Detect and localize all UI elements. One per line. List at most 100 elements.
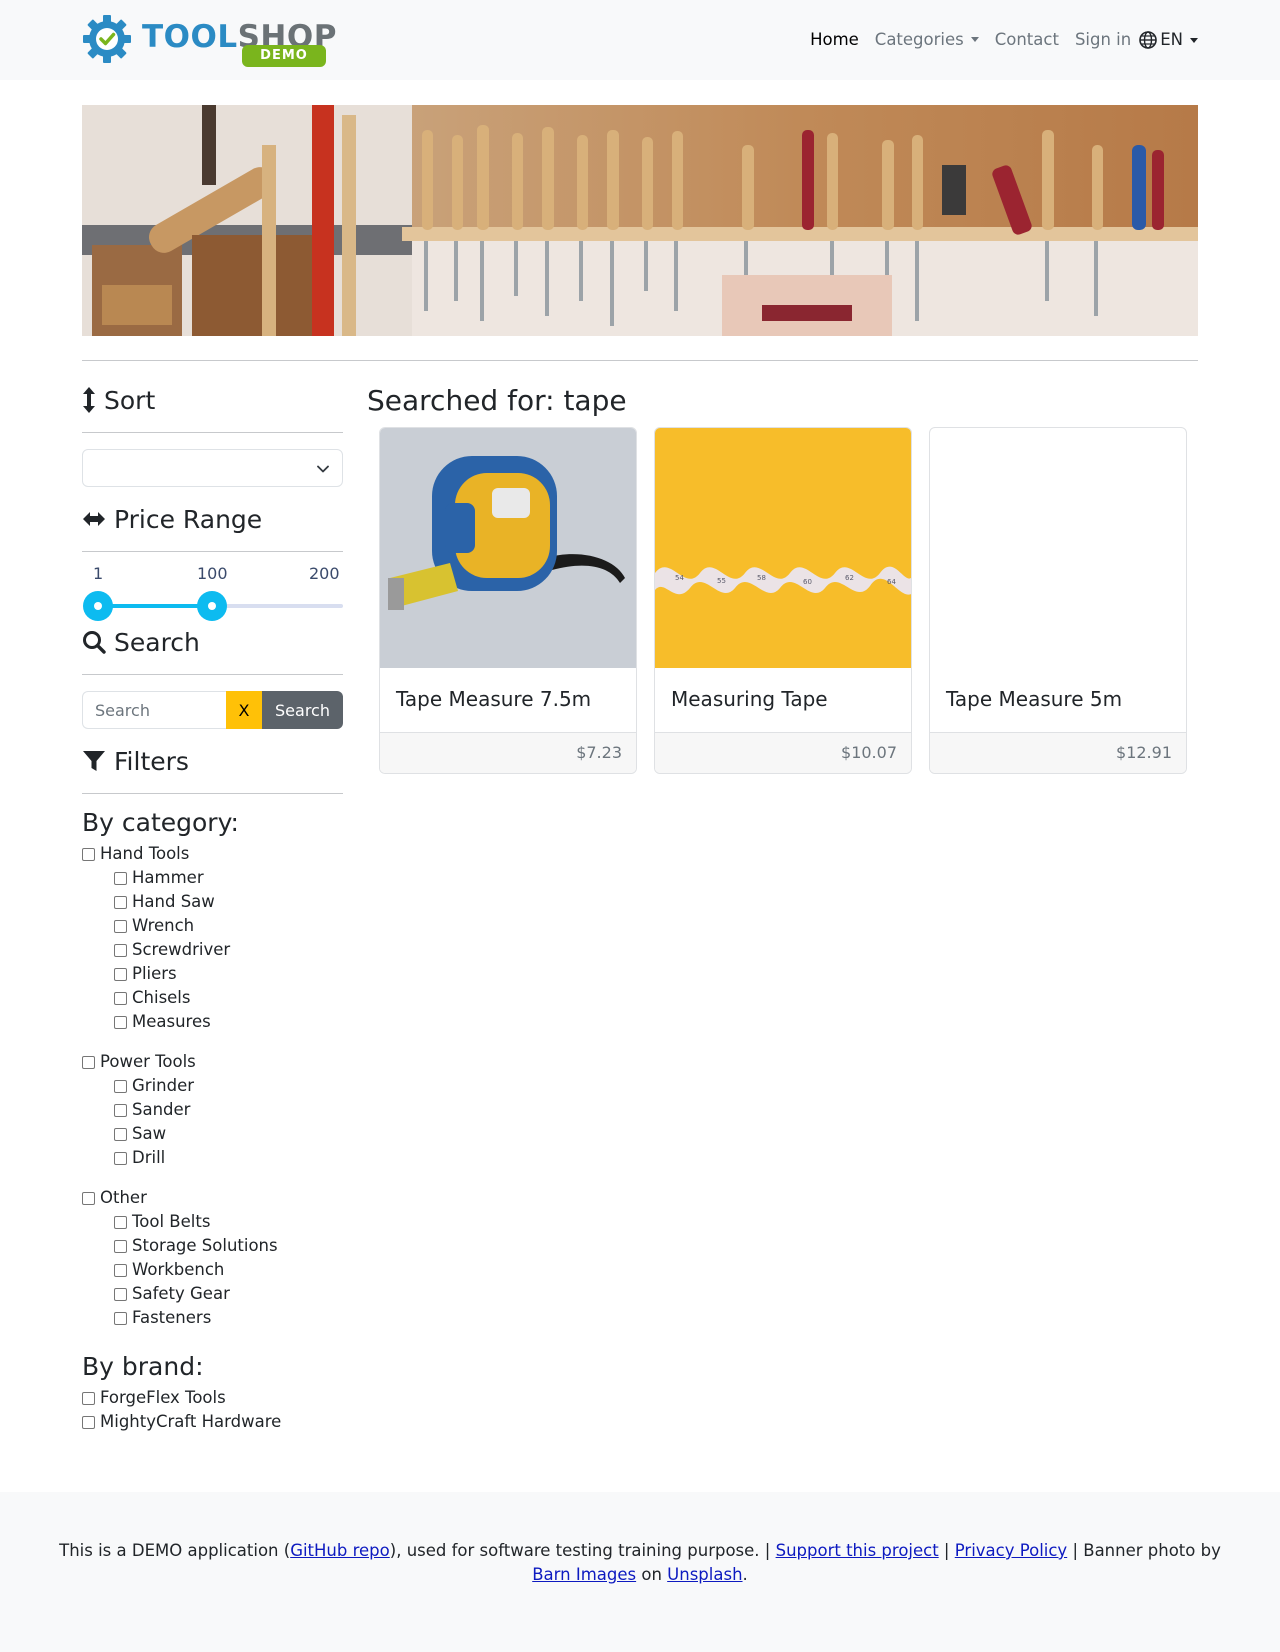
category-storage-solutions[interactable]: Storage Solutions: [82, 1234, 343, 1258]
divider: [82, 674, 343, 675]
svg-text:55: 55: [717, 577, 726, 585]
checkbox[interactable]: [82, 847, 95, 861]
checkbox[interactable]: [114, 1287, 127, 1301]
price-max-label: 200: [309, 564, 340, 583]
product-image: [380, 428, 636, 668]
clear-search-button[interactable]: X: [226, 691, 262, 729]
category-wrench[interactable]: Wrench: [82, 914, 343, 938]
product-card[interactable]: Tape Measure 7.5m $7.23: [379, 427, 637, 774]
category-other[interactable]: Other: [82, 1186, 343, 1210]
sort-arrows-icon: [83, 387, 95, 413]
checkbox[interactable]: [82, 1415, 95, 1429]
price-min-handle[interactable]: [83, 591, 113, 621]
nav-sign-in[interactable]: Sign in: [1067, 28, 1139, 52]
banner-tools-illustration: [82, 105, 1198, 336]
checkbox[interactable]: [114, 1239, 127, 1253]
category-label: Other: [100, 1188, 147, 1207]
checkbox[interactable]: [114, 919, 127, 933]
sort-heading: Sort: [82, 380, 343, 420]
sort-select[interactable]: [82, 449, 343, 487]
search-heading-label: Search: [114, 627, 200, 657]
barn-images-link[interactable]: Barn Images: [532, 1565, 636, 1584]
category-measures[interactable]: Measures: [82, 1010, 343, 1034]
category-drill[interactable]: Drill: [82, 1146, 343, 1170]
checkbox[interactable]: [114, 967, 127, 981]
category-group-other: Other Tool Belts Storage Solutions Workb…: [82, 1186, 343, 1330]
checkbox[interactable]: [114, 1015, 127, 1029]
category-chisels[interactable]: Chisels: [82, 986, 343, 1010]
category-label: Wrench: [132, 916, 195, 935]
footer-text-part: |: [938, 1541, 955, 1560]
category-label: Pliers: [132, 964, 177, 983]
category-saw[interactable]: Saw: [82, 1122, 343, 1146]
category-label: Hand Tools: [100, 844, 190, 863]
privacy-policy-link[interactable]: Privacy Policy: [955, 1541, 1067, 1560]
product-card[interactable]: 54 55 58 60 62 64 Measuring Tape $10.07: [654, 427, 912, 774]
brand-forgeflex-tools[interactable]: ForgeFlex Tools: [82, 1386, 343, 1410]
globe-icon: [1139, 31, 1158, 49]
category-grinder[interactable]: Grinder: [82, 1074, 343, 1098]
unsplash-link[interactable]: Unsplash: [667, 1565, 742, 1584]
by-category-heading: By category:: [82, 808, 239, 837]
banner-image: [82, 105, 1198, 336]
checkbox[interactable]: [114, 1311, 127, 1325]
brand-label: ForgeFlex Tools: [100, 1388, 226, 1407]
checkbox[interactable]: [114, 1079, 127, 1093]
nav-home[interactable]: Home: [802, 28, 867, 52]
svg-text:60: 60: [803, 578, 812, 586]
brand-mightycraft-hardware[interactable]: MightyCraft Hardware: [82, 1410, 343, 1434]
category-label: Saw: [132, 1124, 167, 1143]
category-power-tools[interactable]: Power Tools: [82, 1050, 343, 1074]
footer-text-part: ), used for software testing training pu…: [389, 1541, 776, 1560]
product-price: $10.07: [655, 732, 911, 773]
category-label: Power Tools: [100, 1052, 196, 1071]
checkbox[interactable]: [82, 1055, 95, 1069]
language-dropdown[interactable]: EN: [1139, 28, 1198, 52]
footer-text-part: | Banner photo by: [1067, 1541, 1221, 1560]
checkbox[interactable]: [114, 1127, 127, 1141]
search-group: Search X Search: [82, 691, 343, 729]
divider: [82, 793, 343, 794]
checkbox[interactable]: [82, 1391, 95, 1405]
category-workbench[interactable]: Workbench: [82, 1258, 343, 1282]
product-name: Tape Measure 5m: [946, 687, 1123, 711]
nav-contact[interactable]: Contact: [987, 28, 1067, 52]
horizontal-arrows-icon: [83, 512, 105, 526]
checkbox[interactable]: [114, 1263, 127, 1277]
product-card[interactable]: Tape Measure 5m $12.91: [929, 427, 1187, 774]
product-image-empty: [930, 428, 1186, 668]
brand-label: MightyCraft Hardware: [100, 1412, 282, 1431]
category-screwdriver[interactable]: Screwdriver: [82, 938, 343, 962]
category-label: Chisels: [132, 988, 191, 1007]
checkbox[interactable]: [114, 943, 127, 957]
category-hand-saw[interactable]: Hand Saw: [82, 890, 343, 914]
checkbox[interactable]: [114, 1215, 127, 1229]
support-project-link[interactable]: Support this project: [776, 1541, 939, 1560]
category-label: Hammer: [132, 868, 204, 887]
product-name: Tape Measure 7.5m: [396, 687, 592, 711]
checkbox[interactable]: [114, 895, 127, 909]
checkbox[interactable]: [114, 1103, 127, 1117]
github-repo-link[interactable]: GitHub repo: [290, 1541, 390, 1560]
category-hammer[interactable]: Hammer: [82, 866, 343, 890]
checkbox[interactable]: [114, 871, 127, 885]
footer: This is a DEMO application (GitHub repo)…: [0, 1492, 1280, 1652]
category-tool-belts[interactable]: Tool Belts: [82, 1210, 343, 1234]
checkbox[interactable]: [114, 991, 127, 1005]
search-input[interactable]: Search: [82, 691, 226, 729]
checkbox[interactable]: [82, 1191, 95, 1205]
toolshop-logo[interactable]: TOOLSHOP DEMO: [82, 14, 336, 68]
category-fasteners[interactable]: Fasteners: [82, 1306, 343, 1330]
price-max-handle[interactable]: [197, 591, 227, 621]
category-sander[interactable]: Sander: [82, 1098, 343, 1122]
category-hand-tools[interactable]: Hand Tools: [82, 842, 343, 866]
product-price: $12.91: [930, 732, 1186, 773]
nav-categories-dropdown[interactable]: Categories: [867, 28, 987, 52]
filters-heading-label: Filters: [114, 746, 189, 776]
filter-sidebar: Sort Price Range 1 100 200 Search Search…: [82, 380, 343, 1434]
category-pliers[interactable]: Pliers: [82, 962, 343, 986]
search-button[interactable]: Search: [262, 691, 343, 729]
checkbox[interactable]: [114, 1151, 127, 1165]
filters-heading: Filters: [82, 741, 343, 781]
category-safety-gear[interactable]: Safety Gear: [82, 1282, 343, 1306]
